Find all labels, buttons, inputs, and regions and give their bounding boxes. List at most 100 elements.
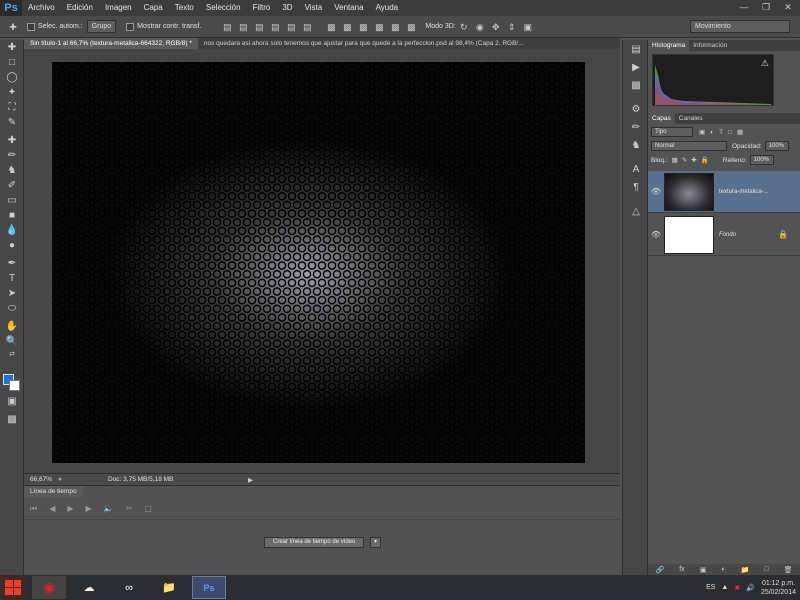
transform-controls-checkbox[interactable] <box>126 22 135 31</box>
quick-select-tool-icon[interactable]: ✦ <box>0 85 24 100</box>
notes-app-icon[interactable]: ☁ <box>72 576 106 599</box>
lasso-tool-icon[interactable]: ◯ <box>0 70 24 85</box>
filter-adjust-icon[interactable]: ◐ <box>710 129 714 136</box>
layer-filter-dropdown[interactable]: Tipo <box>651 127 693 137</box>
language-indicator[interactable]: ES <box>706 584 715 591</box>
filter-type-icon[interactable]: T <box>719 129 723 136</box>
volume-icon[interactable]: 🔊 <box>746 584 755 592</box>
marquee-tool-icon[interactable]: □ <box>0 55 24 70</box>
zoom-tool-icon[interactable]: 🔍 <box>0 334 24 349</box>
dodge-tool-icon[interactable]: ● <box>0 238 24 253</box>
filter-shape-icon[interactable]: □ <box>728 129 732 136</box>
brush-tool-icon[interactable]: ✏ <box>0 148 24 163</box>
eyedropper-tool-icon[interactable]: ✎ <box>0 115 24 130</box>
menu-archivo[interactable]: Archivo <box>22 0 61 16</box>
delete-layer-icon[interactable]: 🗑 <box>784 566 793 574</box>
audio-icon[interactable]: 🔈 <box>104 504 114 513</box>
timeline-tab[interactable]: Línea de tiempo <box>24 486 83 497</box>
tab-canales[interactable]: Canales <box>675 113 707 124</box>
adjustment-layer-icon[interactable]: ◐ <box>721 566 725 573</box>
character-panel-icon[interactable]: A <box>623 160 649 178</box>
actions-panel-icon[interactable]: ▶ <box>623 58 649 76</box>
new-group-icon[interactable]: 📁 <box>741 566 750 574</box>
tab-document-1[interactable]: Sin título-1 al 66,7% (textura-metalica-… <box>24 38 198 49</box>
distribute-hcenter-icon[interactable]: ▩ <box>390 22 400 32</box>
fill-input[interactable]: 100% <box>749 155 774 165</box>
crop-tool-icon[interactable]: ⛶ <box>0 100 24 115</box>
menu-edicion[interactable]: Edición <box>61 0 99 16</box>
menu-capa[interactable]: Capa <box>138 0 169 16</box>
history-panel-icon[interactable]: ▤ <box>623 40 649 58</box>
gradient-tool-icon[interactable]: ■ <box>0 208 24 223</box>
layer-mask-icon[interactable]: ▣ <box>700 566 707 574</box>
zoom-level[interactable]: 66,67% <box>30 476 58 483</box>
minimize-icon[interactable]: — <box>734 0 754 14</box>
zoom-info-icon[interactable]: ● <box>58 476 68 483</box>
messenger-icon[interactable]: ∞ <box>112 576 146 599</box>
adjustments-panel-icon[interactable]: ⚙ <box>623 100 649 118</box>
hand-tool-icon[interactable]: ✋ <box>0 319 24 334</box>
menu-imagen[interactable]: Imagen <box>99 0 138 16</box>
align-bottom-icon[interactable]: ▤ <box>254 22 264 32</box>
clock[interactable]: 01:12 p.m. 25/02/2014 <box>761 579 796 597</box>
filter-smart-icon[interactable]: ▩ <box>737 128 743 136</box>
next-frame-icon[interactable]: ▶ <box>86 504 92 513</box>
menu-seleccion[interactable]: Selección <box>200 0 247 16</box>
transition-icon[interactable]: ▢ <box>144 504 152 513</box>
pen-tool-icon[interactable]: ✒ <box>0 256 24 271</box>
move-tool-icon[interactable]: ✚ <box>0 40 24 55</box>
3d-rotate-icon[interactable]: ↻ <box>459 22 469 32</box>
document-canvas[interactable] <box>52 62 585 463</box>
close-icon[interactable]: ✕ <box>778 0 798 14</box>
tab-histogram[interactable]: Histograma <box>648 40 690 51</box>
history-brush-tool-icon[interactable]: ✐ <box>0 178 24 193</box>
photoshop-taskbar-icon[interactable]: Ps <box>192 576 226 599</box>
create-video-timeline-button[interactable]: Crear línea de tiempo de vídeo <box>264 537 365 548</box>
opacity-input[interactable]: 100% <box>764 141 789 151</box>
network-error-icon[interactable]: ✖ <box>734 584 740 592</box>
background-color-swatch[interactable] <box>9 380 20 391</box>
menu-texto[interactable]: Texto <box>169 0 200 16</box>
menu-3d[interactable]: 3D <box>276 0 298 16</box>
filter-pixel-icon[interactable]: ▣ <box>699 128 705 136</box>
distribute-right-icon[interactable]: ▩ <box>406 22 416 32</box>
paragraph-panel-icon[interactable]: ¶ <box>623 178 649 196</box>
auto-select-checkbox[interactable] <box>27 22 35 31</box>
create-timeline-dropdown-icon[interactable]: ▾ <box>370 537 381 548</box>
lock-all-icon[interactable]: 🔒 <box>701 156 709 164</box>
healing-brush-tool-icon[interactable]: ✚ <box>0 133 24 148</box>
visibility-eye-icon[interactable]: 👁 <box>648 230 664 239</box>
play-icon[interactable]: ▶ <box>67 504 73 513</box>
lock-transparent-icon[interactable]: ▦ <box>672 156 678 164</box>
tray-arrow-icon[interactable]: ▲ <box>721 584 728 591</box>
distribute-left-icon[interactable]: ▩ <box>374 22 384 32</box>
align-vcenter-icon[interactable]: ▤ <box>238 22 248 32</box>
menu-filtro[interactable]: Filtro <box>247 0 277 16</box>
3d-slide-icon[interactable]: ⇕ <box>507 22 517 32</box>
align-hcenter-icon[interactable]: ▤ <box>286 22 296 32</box>
align-left-icon[interactable]: ▤ <box>270 22 280 32</box>
windows-start-icon[interactable] <box>0 575 26 600</box>
visibility-eye-icon[interactable]: 👁 <box>648 187 664 196</box>
eraser-tool-icon[interactable]: ▭ <box>0 193 24 208</box>
menu-vista[interactable]: Vista <box>299 0 329 16</box>
3d-roll-icon[interactable]: ◉ <box>475 22 485 32</box>
quick-mask-icon[interactable]: ▣ <box>0 394 24 409</box>
blur-tool-icon[interactable]: 💧 <box>0 223 24 238</box>
tab-capas[interactable]: Capas <box>648 113 675 124</box>
warning-icon[interactable]: ⚠ <box>761 58 769 69</box>
menu-ventana[interactable]: Ventana <box>328 0 369 16</box>
layer-row-texture[interactable]: 👁 textura-metalica-... <box>648 171 800 213</box>
path-select-tool-icon[interactable]: ➤ <box>0 286 24 301</box>
3d-pan-icon[interactable]: ✥ <box>491 22 501 32</box>
lock-position-icon[interactable]: ✚ <box>691 156 696 164</box>
layer-row-fondo[interactable]: 👁 Fondo 🔒 <box>648 214 800 256</box>
distribute-bottom-icon[interactable]: ▩ <box>358 22 368 32</box>
tab-informacion[interactable]: Información <box>689 40 731 51</box>
move-tool-preset-icon[interactable]: ✚ <box>8 22 18 32</box>
lock-image-icon[interactable]: ✎ <box>682 156 687 164</box>
split-icon[interactable]: ✂ <box>126 504 133 513</box>
opera-browser-icon[interactable]: ◉ <box>32 576 66 599</box>
previous-frame-icon[interactable]: ◀ <box>49 504 55 513</box>
layer-style-icon[interactable]: fx <box>679 566 684 573</box>
